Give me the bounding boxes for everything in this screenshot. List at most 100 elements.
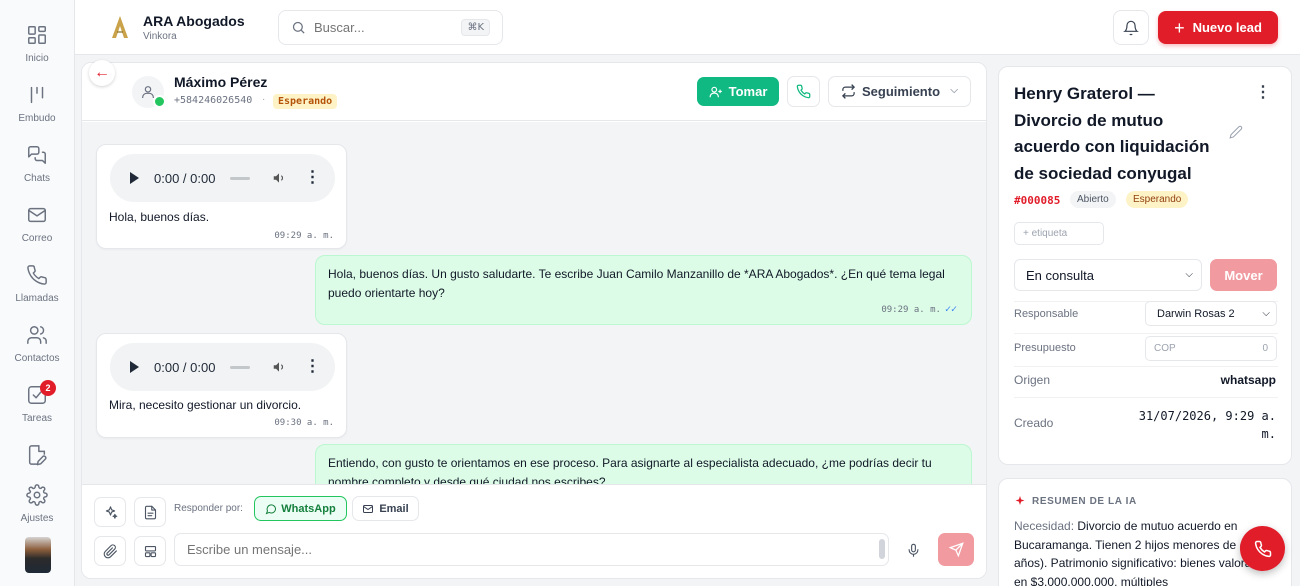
chevron-down-icon: ⌵ xyxy=(1262,308,1270,319)
more-options-icon[interactable]: ⋮ xyxy=(1255,85,1271,101)
sidebar-item-label: Ajustes xyxy=(20,513,54,524)
message-incoming: 0:00 / 0:00 ⋮ Mira, necesito gestionar u… xyxy=(96,333,347,438)
sidebar-item-inicio[interactable]: Inicio xyxy=(0,24,74,80)
message-text: Hola, buenos días. xyxy=(109,210,210,224)
chat-header: Máximo Pérez +584246026540 · Esperando T… xyxy=(82,63,986,121)
phone-icon xyxy=(1254,540,1271,557)
audio-time: 0:00 / 0:00 xyxy=(154,170,216,186)
plus-icon: + xyxy=(1174,17,1185,38)
take-label: Tomar xyxy=(728,84,768,99)
quick-replies-button[interactable] xyxy=(134,536,166,566)
play-icon[interactable] xyxy=(130,172,139,184)
add-tag-input[interactable]: + etiqueta xyxy=(1014,222,1104,245)
top-bar: ARA Abogados Vinkora ⌘K + Nuevo lead xyxy=(75,0,1300,55)
edit-title-icon[interactable] xyxy=(1229,125,1243,139)
audio-time: 0:00 / 0:00 xyxy=(154,359,216,375)
sparkles-icon xyxy=(1015,496,1025,505)
new-lead-button[interactable]: + Nuevo lead xyxy=(1158,11,1278,44)
search-bar[interactable]: ⌘K xyxy=(278,10,503,45)
sidebar-item-tareas[interactable]: 2 Tareas xyxy=(0,380,74,440)
ai-assist-button[interactable] xyxy=(94,497,126,527)
message-time-value: 09:29 a. m. xyxy=(881,305,941,315)
owner-value: Darwin Rosas 2 xyxy=(1157,307,1235,320)
divider xyxy=(1014,366,1278,367)
sidebar-item-label: Llamadas xyxy=(15,293,59,304)
input-resize-handle[interactable] xyxy=(879,539,885,559)
stage-select[interactable]: En consulta ⌵ xyxy=(1014,259,1202,291)
call-button[interactable] xyxy=(787,76,820,107)
channel-email-button[interactable]: Email xyxy=(352,496,419,521)
more-icon[interactable]: ⋮ xyxy=(304,359,320,375)
channel-whatsapp-button[interactable]: WhatsApp xyxy=(254,496,347,521)
ai-summary-title: RESUMEN DE LA IA xyxy=(1032,495,1137,507)
kanban-icon xyxy=(30,86,44,104)
phone-icon xyxy=(796,84,811,99)
sidebar-item-llamadas[interactable]: Llamadas xyxy=(0,264,74,320)
contact-name: Máximo Pérez xyxy=(174,74,268,90)
message-list[interactable]: 0:00 / 0:00 ⋮ Hola, buenos días. 09:29 a… xyxy=(82,122,986,484)
brand-name: ARA Abogados xyxy=(143,13,245,29)
sidebar-item-label: Inicio xyxy=(25,53,49,64)
play-icon[interactable] xyxy=(130,361,139,373)
message-text: Entiendo, con gusto te orientamos en ese… xyxy=(328,456,932,484)
sidebar-item-ajustes[interactable]: Ajustes xyxy=(0,484,74,540)
lead-details-card: Henry Graterol — Divorcio de mutuo acuer… xyxy=(998,66,1292,465)
voice-note-button[interactable] xyxy=(897,534,929,566)
microphone-icon xyxy=(908,543,918,557)
attach-button[interactable] xyxy=(94,536,126,566)
move-button[interactable]: Mover xyxy=(1210,259,1277,291)
send-button[interactable] xyxy=(938,533,974,566)
budget-currency: COP xyxy=(1154,343,1176,354)
sidebar-item-embudo[interactable]: Embudo xyxy=(0,84,74,140)
sidebar-item-correo[interactable]: Correo xyxy=(0,204,74,260)
back-button[interactable]: ← xyxy=(89,60,115,86)
ai-summary-key: Necesidad: xyxy=(1014,519,1075,533)
templates-button[interactable] xyxy=(134,497,166,527)
audio-progress[interactable] xyxy=(230,365,251,369)
notifications-button[interactable] xyxy=(1113,10,1149,45)
grid-icon xyxy=(28,26,46,44)
avatar[interactable] xyxy=(25,537,51,573)
audio-player[interactable]: 0:00 / 0:00 ⋮ xyxy=(110,154,335,202)
channel-whatsapp-label: WhatsApp xyxy=(281,502,336,515)
search-shortcut: ⌘K xyxy=(461,19,490,36)
more-icon[interactable]: ⋮ xyxy=(304,170,320,186)
sidebar-item-contactos[interactable]: Contactos xyxy=(0,324,74,380)
take-button[interactable]: Tomar xyxy=(697,77,779,106)
document-edit-icon xyxy=(28,445,47,466)
stage-value: En consulta xyxy=(1026,267,1094,283)
audio-player[interactable]: 0:00 / 0:00 ⋮ xyxy=(110,343,335,391)
budget-input[interactable]: COP 0 xyxy=(1145,336,1277,361)
origin-label: Origen xyxy=(1014,373,1051,387)
sidebar: Inicio Embudo Chats Correo Llamadas Cont… xyxy=(0,0,75,586)
follow-up-dropdown[interactable]: Seguimiento ⌵ xyxy=(828,76,971,107)
lead-id: #000085 xyxy=(1014,194,1061,207)
sidebar-item-label: Contactos xyxy=(14,353,60,364)
message-outgoing: Entiendo, con gusto te orientamos en ese… xyxy=(315,444,972,484)
mail-icon xyxy=(363,504,374,513)
message-text: Mira, necesito gestionar un divorcio. xyxy=(109,398,302,412)
ai-summary-heading: RESUMEN DE LA IA xyxy=(1014,495,1137,507)
message-time: 09:29 a. m. ✓✓ xyxy=(881,304,957,315)
volume-icon[interactable] xyxy=(272,360,286,374)
message-time: 09:30 a. m. xyxy=(274,418,334,428)
brand-subtitle: Vinkora xyxy=(143,31,177,42)
brand-logo-icon xyxy=(108,13,132,41)
search-input[interactable] xyxy=(314,20,454,35)
status-badge: Esperando xyxy=(273,94,338,109)
send-icon xyxy=(948,542,964,557)
audio-progress[interactable] xyxy=(230,176,251,180)
sidebar-item-chats[interactable]: Chats xyxy=(0,144,74,200)
message-input[interactable] xyxy=(174,533,889,566)
new-lead-label: Nuevo lead xyxy=(1192,20,1262,35)
sidebar-item-label: Correo xyxy=(21,233,53,244)
message-text: Hola, buenos días. Un gusto saludarte. T… xyxy=(328,267,945,300)
chevron-down-icon: ⌵ xyxy=(1185,269,1193,280)
owner-select[interactable]: Darwin Rosas 2 ⌵ xyxy=(1145,301,1277,326)
budget-label: Presupuesto xyxy=(1014,342,1076,354)
volume-icon[interactable] xyxy=(272,171,286,185)
tasks-badge: 2 xyxy=(40,380,56,396)
phone-icon xyxy=(27,265,47,285)
floating-call-button[interactable] xyxy=(1240,526,1285,571)
reply-via-label: Responder por: xyxy=(174,503,243,514)
